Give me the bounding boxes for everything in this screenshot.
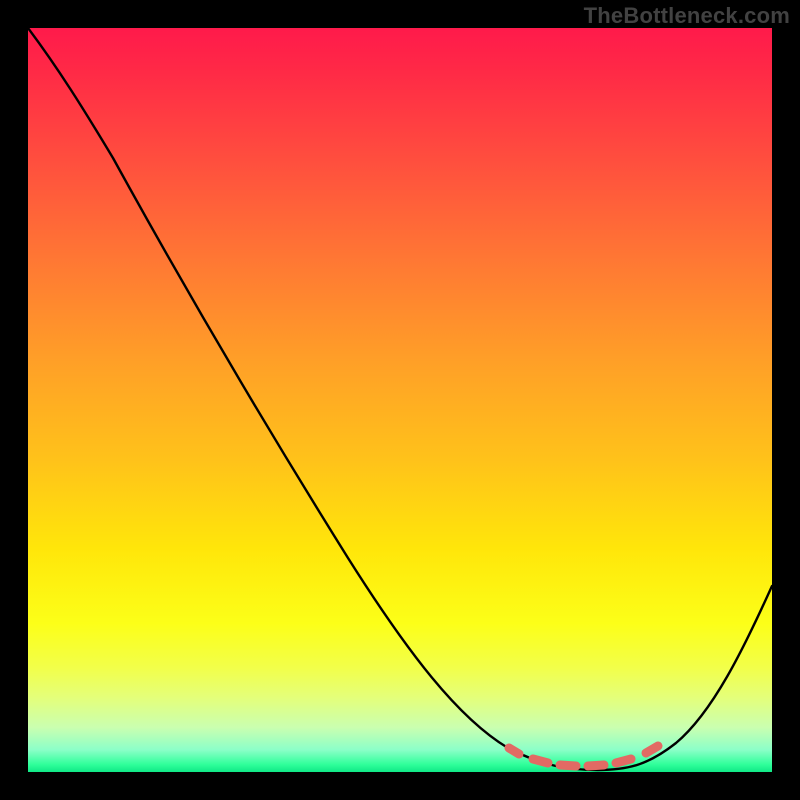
- plot-area: [28, 28, 772, 772]
- bottleneck-curve: [28, 28, 772, 770]
- optimal-zone-marker: [509, 746, 658, 766]
- curve-svg: [28, 28, 772, 772]
- chart-frame: TheBottleneck.com: [0, 0, 800, 800]
- watermark-text: TheBottleneck.com: [584, 3, 790, 29]
